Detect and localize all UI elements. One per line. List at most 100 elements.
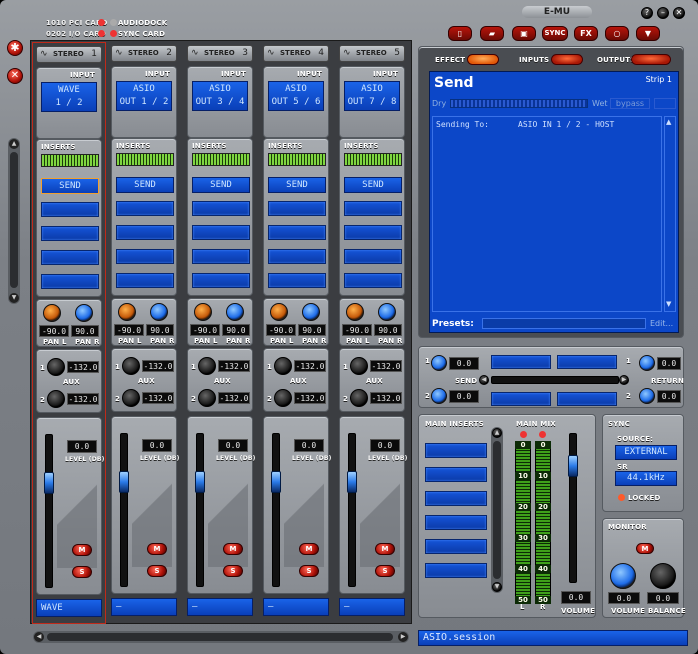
solo-button[interactable]: S <box>299 565 319 577</box>
send-slot-2[interactable] <box>557 355 617 369</box>
fx-button[interactable]: FX <box>574 26 598 41</box>
mute-button[interactable]: M <box>72 544 92 556</box>
aux1-value[interactable]: -132.0 <box>142 360 174 372</box>
scroll-right-icon[interactable]: ▶ <box>398 632 408 642</box>
left-close-button[interactable]: ✕ <box>7 68 23 84</box>
bypass-button[interactable]: bypass <box>610 98 650 109</box>
insert-slot[interactable] <box>41 202 99 217</box>
main-insert-slot-5[interactable] <box>425 539 487 554</box>
level-value[interactable]: 0.0 <box>67 440 97 453</box>
insert-slot[interactable] <box>268 273 326 288</box>
strip-header[interactable]: ∿ STEREO 5 <box>339 45 405 62</box>
insert-slot[interactable] <box>268 225 326 240</box>
mute-button[interactable]: M <box>299 543 319 555</box>
aux1-knob[interactable] <box>274 357 292 375</box>
pan-l-knob[interactable] <box>43 304 61 322</box>
level-fader-track[interactable] <box>120 433 128 587</box>
solo-button[interactable]: S <box>223 565 243 577</box>
level-value[interactable]: 0.0 <box>142 439 172 452</box>
strip-header[interactable]: ∿ STEREO 3 <box>187 45 253 62</box>
insert-slot[interactable] <box>41 274 99 289</box>
monitor-volume-knob[interactable] <box>610 563 636 589</box>
input-selector[interactable]: WAVE 1 / 2 <box>41 82 97 112</box>
pan-l-knob[interactable] <box>194 303 212 321</box>
insert-slot[interactable] <box>41 250 99 265</box>
tab-inputs[interactable]: INPUTS <box>519 56 549 64</box>
strip-name[interactable]: – <box>339 598 405 616</box>
pan-r-value[interactable]: 90.0 <box>374 324 402 336</box>
return1-knob[interactable] <box>639 355 655 371</box>
level-fader[interactable] <box>195 471 205 493</box>
record-button[interactable]: ○ <box>605 26 629 41</box>
send2-value[interactable]: 0.0 <box>449 390 479 403</box>
insert-slot[interactable] <box>192 225 250 240</box>
pan-r-knob[interactable] <box>150 303 168 321</box>
sync-sr-value[interactable]: 44.1kHz <box>615 471 677 486</box>
open-session-button[interactable]: ▰ <box>480 26 504 41</box>
tab-effect-led[interactable] <box>467 54 499 65</box>
aux1-knob[interactable] <box>350 357 368 375</box>
aux1-knob[interactable] <box>122 357 140 375</box>
edit-preset-button[interactable]: Edit... <box>650 319 673 328</box>
insert-slot[interactable] <box>344 201 402 216</box>
pan-l-value[interactable]: -90.0 <box>342 324 372 336</box>
pan-r-knob[interactable] <box>226 303 244 321</box>
send2-knob[interactable] <box>431 388 447 404</box>
send-insert-button[interactable]: SEND <box>344 177 402 193</box>
aux1-knob[interactable] <box>47 358 65 376</box>
main-volume-value[interactable]: 0.0 <box>561 591 591 604</box>
effect-scroll-down-icon[interactable]: ▼ <box>666 300 674 310</box>
aux2-knob[interactable] <box>198 389 216 407</box>
pan-l-value[interactable]: -90.0 <box>114 324 144 336</box>
insert-slot[interactable] <box>344 225 402 240</box>
main-insert-slot-3[interactable] <box>425 491 487 506</box>
strip-vertical-scrollbar[interactable]: ▲ ▼ <box>8 138 20 304</box>
aux2-value[interactable]: -132.0 <box>294 392 326 404</box>
bypass-extra-button[interactable] <box>654 98 676 109</box>
monitor-balance-value[interactable]: 0.0 <box>647 592 679 604</box>
return2-knob[interactable] <box>639 388 655 404</box>
pan-r-value[interactable]: 90.0 <box>71 325 99 337</box>
strip-name[interactable]: WAVE <box>36 599 102 617</box>
main-insert-slot-2[interactable] <box>425 467 487 482</box>
strip-name[interactable]: – <box>263 598 329 616</box>
level-fader[interactable] <box>347 471 357 493</box>
level-fader[interactable] <box>271 471 281 493</box>
scroll-thumb[interactable] <box>10 152 18 288</box>
main-insert-slot-1[interactable] <box>425 443 487 458</box>
pan-r-knob[interactable] <box>75 304 93 322</box>
input-selector[interactable]: ASIO OUT 5 / 6 <box>268 81 324 111</box>
send-return-slider[interactable] <box>491 376 619 384</box>
send1-knob[interactable] <box>431 355 447 371</box>
monitor-balance-knob[interactable] <box>650 563 676 589</box>
aux1-value[interactable]: -132.0 <box>294 360 326 372</box>
menu-button[interactable]: ▼ <box>636 26 660 41</box>
aux1-value[interactable]: -132.0 <box>370 360 402 372</box>
insert-slot[interactable] <box>116 249 174 264</box>
h-scroll-thumb[interactable] <box>47 633 393 641</box>
send-slot-4[interactable] <box>557 392 617 406</box>
pan-r-value[interactable]: 90.0 <box>146 324 174 336</box>
monitor-mute-button[interactable]: M <box>636 543 654 554</box>
effect-scroll-up-icon[interactable]: ▲ <box>666 118 674 128</box>
inserts-down-icon[interactable]: ▼ <box>492 582 502 592</box>
send-insert-button[interactable]: SEND <box>41 178 99 194</box>
return1-value[interactable]: 0.0 <box>657 357 681 370</box>
tab-effect[interactable]: EFFECT <box>435 56 465 64</box>
level-fader[interactable] <box>44 472 54 494</box>
tab-outputs-led[interactable] <box>631 54 671 65</box>
new-session-button[interactable]: ▯ <box>448 26 472 41</box>
main-inserts-scrollbar[interactable]: ▲ ▼ <box>491 427 503 593</box>
level-fader[interactable] <box>119 471 129 493</box>
aux2-knob[interactable] <box>122 389 140 407</box>
help-button[interactable]: ? <box>641 7 653 19</box>
solo-button[interactable]: S <box>72 566 92 578</box>
scroll-left-icon[interactable]: ◀ <box>34 632 44 642</box>
dry-wet-slider[interactable] <box>450 99 588 108</box>
pan-r-knob[interactable] <box>302 303 320 321</box>
pan-l-value[interactable]: -90.0 <box>190 324 220 336</box>
return2-value[interactable]: 0.0 <box>657 390 681 403</box>
input-selector[interactable]: ASIO OUT 7 / 8 <box>344 81 400 111</box>
send-insert-button[interactable]: SEND <box>192 177 250 193</box>
input-selector[interactable]: ASIO OUT 1 / 2 <box>116 81 172 111</box>
